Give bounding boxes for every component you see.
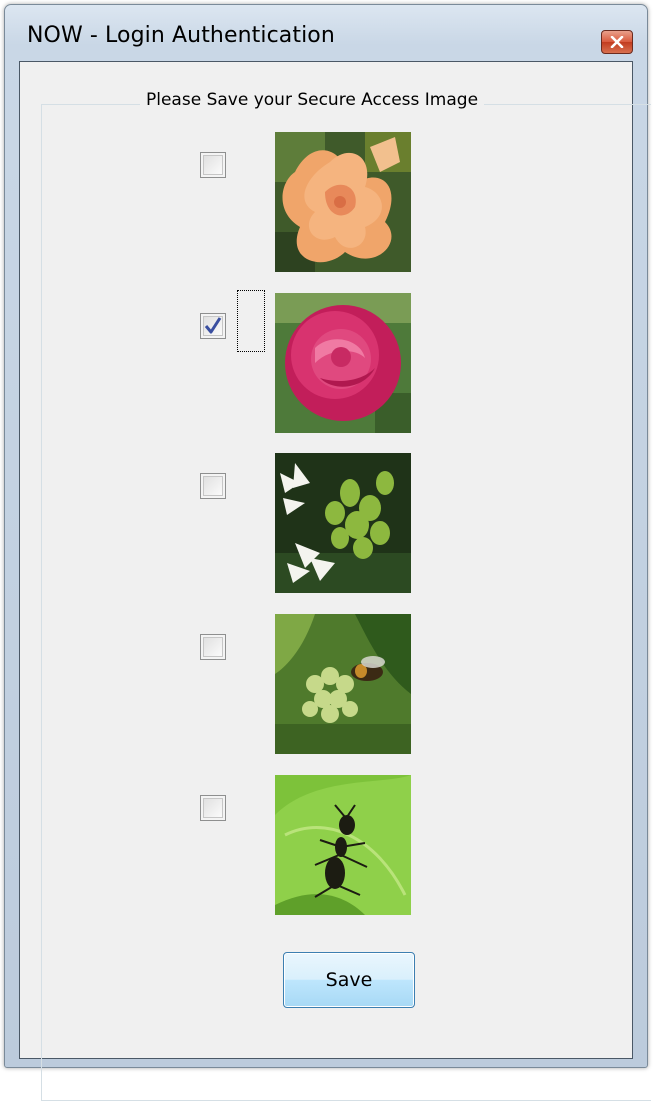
save-button[interactable]: Save xyxy=(283,952,415,1008)
image-option-row xyxy=(20,775,630,915)
image-pink-rose[interactable] xyxy=(275,293,411,433)
image-orange-flower[interactable] xyxy=(275,132,411,272)
checkmark-icon xyxy=(204,317,222,334)
image-checkbox-green-buds-with-bee[interactable] xyxy=(200,634,226,660)
image-option-row xyxy=(20,290,630,433)
close-icon xyxy=(610,36,624,48)
window-title: NOW - Login Authentication xyxy=(27,23,335,48)
image-green-buds-with-bee[interactable] xyxy=(275,614,411,754)
groupbox-title: Please Save your Secure Access Image xyxy=(140,90,485,110)
image-option-row xyxy=(20,132,630,272)
image-option-row xyxy=(20,453,630,593)
title-bar[interactable]: NOW - Login Authentication xyxy=(5,5,647,61)
image-checkbox-white-flowers-green-buds[interactable] xyxy=(200,473,226,499)
login-authentication-window: NOW - Login Authentication Please Save y… xyxy=(4,4,651,1101)
image-ant-on-leaf[interactable] xyxy=(275,775,411,915)
close-button[interactable] xyxy=(601,30,633,54)
image-option-row xyxy=(20,614,630,754)
dialog-client-area: Please Save your Secure Access Image Sav… xyxy=(19,61,651,1101)
image-white-flowers-green-buds[interactable] xyxy=(275,453,411,593)
image-checkbox-orange-flower[interactable] xyxy=(200,152,226,178)
image-checkbox-ant-on-leaf[interactable] xyxy=(200,795,226,821)
focus-rectangle xyxy=(237,290,265,352)
image-checkbox-pink-rose[interactable] xyxy=(200,313,226,339)
